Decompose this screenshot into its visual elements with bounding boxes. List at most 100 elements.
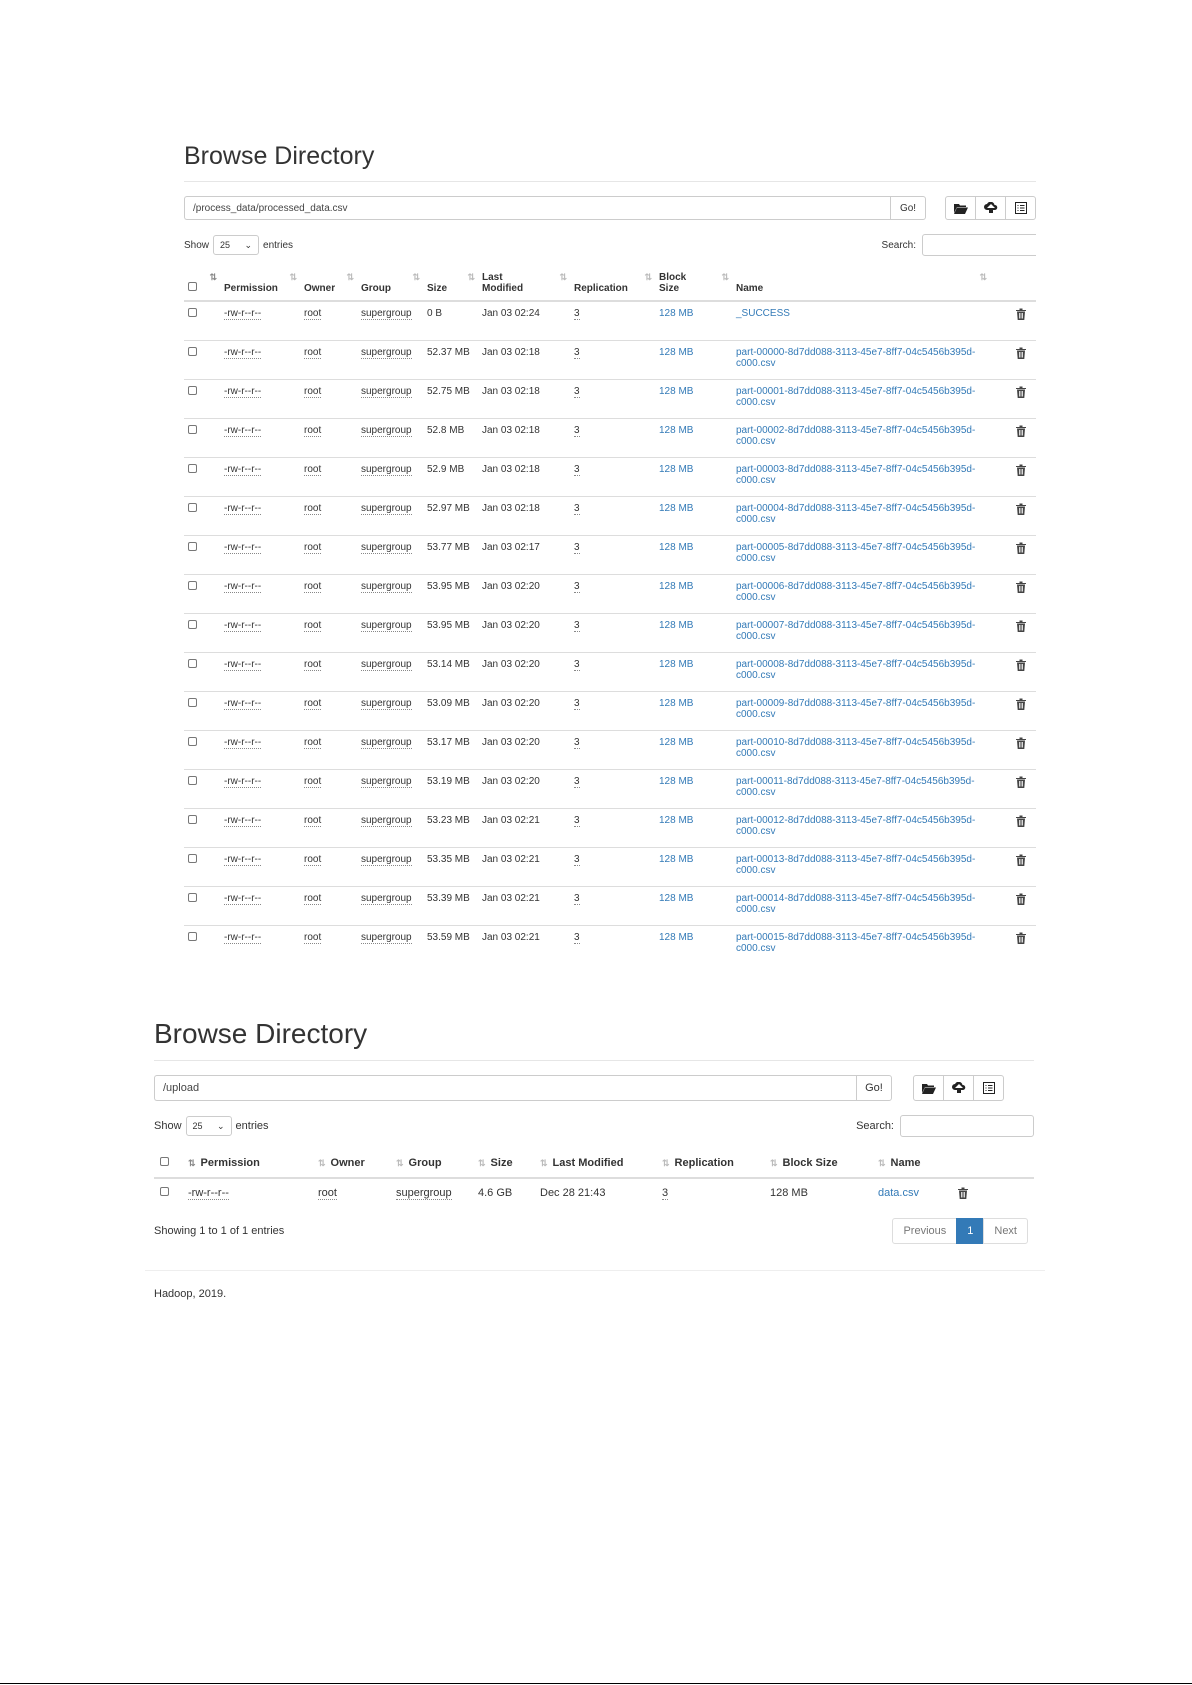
- row-checkbox[interactable]: [188, 424, 197, 434]
- replication-cell[interactable]: 3: [574, 580, 580, 593]
- file-name-link[interactable]: part-00009-8d7dd088-3113-45e7-8ff7-04c54…: [736, 698, 975, 720]
- replication-cell[interactable]: 3: [574, 424, 580, 437]
- replication-cell[interactable]: 3: [574, 619, 580, 632]
- replication-cell[interactable]: 3: [574, 308, 580, 320]
- file-name-link[interactable]: part-00010-8d7dd088-3113-45e7-8ff7-04c54…: [736, 737, 975, 759]
- replication-cell[interactable]: 3: [574, 463, 580, 476]
- row-checkbox[interactable]: [188, 775, 197, 785]
- group-cell[interactable]: supergroup: [361, 892, 412, 905]
- permission-cell[interactable]: -rw-r--r--: [224, 463, 262, 476]
- col-owner[interactable]: ⇅ Owner: [312, 1149, 390, 1179]
- permission-cell[interactable]: -rw-r--r--: [224, 502, 262, 515]
- group-cell[interactable]: supergroup: [361, 424, 412, 437]
- trash-icon[interactable]: [1016, 620, 1026, 632]
- file-name-link[interactable]: data.csv: [878, 1187, 919, 1199]
- cut-paste-button[interactable]: [1005, 196, 1036, 220]
- page-1-button[interactable]: 1: [956, 1218, 985, 1244]
- col-block-size[interactable]: Block Size ⇅: [655, 268, 732, 302]
- row-checkbox[interactable]: [188, 385, 197, 395]
- trash-icon[interactable]: [1016, 932, 1026, 944]
- owner-cell[interactable]: root: [304, 502, 322, 515]
- file-name-link[interactable]: part-00006-8d7dd088-3113-45e7-8ff7-04c54…: [736, 581, 975, 603]
- row-checkbox[interactable]: [188, 346, 197, 356]
- file-name-link[interactable]: part-00011-8d7dd088-3113-45e7-8ff7-04c54…: [736, 776, 975, 798]
- col-name[interactable]: Name ⇅: [732, 268, 1012, 302]
- owner-cell[interactable]: root: [304, 541, 322, 554]
- permission-cell[interactable]: -rw-r--r--: [224, 775, 262, 788]
- upload-button[interactable]: [943, 1075, 974, 1101]
- group-cell[interactable]: supergroup: [361, 931, 412, 944]
- permission-cell[interactable]: -rw-r--r--: [224, 619, 262, 632]
- file-name-link[interactable]: part-00008-8d7dd088-3113-45e7-8ff7-04c54…: [736, 659, 975, 681]
- row-checkbox[interactable]: [188, 502, 197, 512]
- trash-icon[interactable]: [1016, 893, 1026, 905]
- file-name-link[interactable]: part-00012-8d7dd088-3113-45e7-8ff7-04c54…: [736, 815, 975, 837]
- owner-cell[interactable]: root: [304, 814, 322, 827]
- replication-cell[interactable]: 3: [574, 346, 580, 359]
- file-name-link[interactable]: part-00002-8d7dd088-3113-45e7-8ff7-04c54…: [736, 425, 975, 447]
- group-cell[interactable]: supergroup: [361, 308, 412, 320]
- replication-cell[interactable]: 3: [574, 658, 580, 671]
- group-cell[interactable]: supergroup: [361, 853, 412, 866]
- select-all-checkbox[interactable]: [188, 282, 197, 291]
- trash-icon[interactable]: [1016, 347, 1026, 359]
- file-name-link[interactable]: part-00005-8d7dd088-3113-45e7-8ff7-04c54…: [736, 542, 975, 564]
- group-cell[interactable]: supergroup: [361, 346, 412, 359]
- upload-button[interactable]: [975, 196, 1006, 220]
- row-checkbox[interactable]: [188, 658, 197, 668]
- trash-icon[interactable]: [1016, 815, 1026, 827]
- col-permission[interactable]: Permission ⇅: [220, 268, 300, 302]
- col-size[interactable]: Size ⇅: [423, 268, 478, 302]
- trash-icon[interactable]: [1016, 503, 1026, 515]
- col-name[interactable]: ⇅ Name: [872, 1149, 952, 1179]
- trash-icon[interactable]: [1016, 464, 1026, 476]
- group-cell[interactable]: supergroup: [361, 658, 412, 671]
- create-directory-button[interactable]: [913, 1075, 944, 1101]
- group-cell[interactable]: supergroup: [361, 775, 412, 788]
- path-input[interactable]: /upload: [154, 1075, 856, 1101]
- col-permission[interactable]: ⇅ Permission: [182, 1149, 312, 1179]
- permission-cell[interactable]: -rw-r--r--: [224, 697, 262, 710]
- file-name-link[interactable]: part-00015-8d7dd088-3113-45e7-8ff7-04c54…: [736, 932, 975, 954]
- sort-asc-icon[interactable]: ⇅: [209, 272, 216, 283]
- replication-cell[interactable]: 3: [574, 853, 580, 866]
- permission-cell[interactable]: -rw-r--r--: [224, 385, 262, 398]
- owner-cell[interactable]: root: [304, 931, 322, 944]
- cut-paste-button[interactable]: [973, 1075, 1004, 1101]
- replication-cell[interactable]: 3: [574, 736, 580, 749]
- replication-cell[interactable]: 3: [574, 775, 580, 788]
- file-name-link[interactable]: _SUCCESS: [736, 308, 790, 319]
- col-replication[interactable]: Replication ⇅: [570, 268, 655, 302]
- group-cell[interactable]: supergroup: [396, 1187, 452, 1200]
- replication-cell[interactable]: 3: [574, 541, 580, 554]
- trash-icon[interactable]: [1016, 854, 1026, 866]
- trash-icon[interactable]: [1016, 425, 1026, 437]
- row-checkbox[interactable]: [188, 853, 197, 863]
- file-name-link[interactable]: part-00000-8d7dd088-3113-45e7-8ff7-04c54…: [736, 347, 975, 369]
- permission-cell[interactable]: -rw-r--r--: [224, 892, 262, 905]
- replication-cell[interactable]: 3: [574, 502, 580, 515]
- col-last-modified[interactable]: Last Modified ⇅: [478, 268, 570, 302]
- owner-cell[interactable]: root: [304, 892, 322, 905]
- group-cell[interactable]: supergroup: [361, 541, 412, 554]
- file-name-link[interactable]: part-00007-8d7dd088-3113-45e7-8ff7-04c54…: [736, 620, 975, 642]
- group-cell[interactable]: supergroup: [361, 814, 412, 827]
- col-size[interactable]: ⇅ Size: [472, 1149, 534, 1179]
- owner-cell[interactable]: root: [304, 385, 322, 398]
- permission-cell[interactable]: -rw-r--r--: [224, 346, 262, 359]
- trash-icon[interactable]: [1016, 737, 1026, 749]
- permission-cell[interactable]: -rw-r--r--: [224, 931, 262, 944]
- owner-cell[interactable]: root: [304, 658, 322, 671]
- file-name-link[interactable]: part-00013-8d7dd088-3113-45e7-8ff7-04c54…: [736, 854, 975, 876]
- owner-cell[interactable]: root: [304, 346, 322, 359]
- owner-cell[interactable]: root: [304, 463, 322, 476]
- owner-cell[interactable]: root: [304, 308, 322, 320]
- trash-icon[interactable]: [1016, 776, 1026, 788]
- replication-cell[interactable]: 3: [574, 814, 580, 827]
- row-checkbox[interactable]: [188, 814, 197, 824]
- owner-cell[interactable]: root: [304, 736, 322, 749]
- group-cell[interactable]: supergroup: [361, 619, 412, 632]
- trash-icon[interactable]: [1016, 542, 1026, 554]
- replication-cell[interactable]: 3: [574, 892, 580, 905]
- col-replication[interactable]: ⇅ Replication: [656, 1149, 764, 1179]
